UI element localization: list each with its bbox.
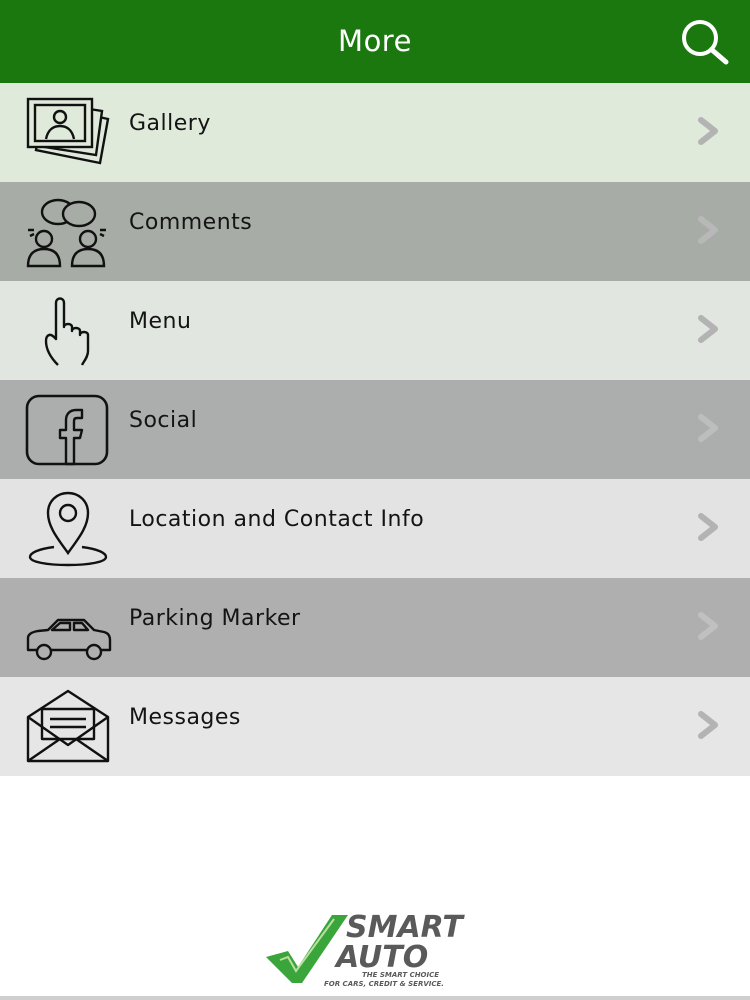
menu-item-parking[interactable]: Parking Marker: [0, 578, 750, 677]
chevron-right-icon: [698, 612, 718, 640]
logo-text-auto: AUTO: [334, 940, 428, 975]
logo-tagline-2: FOR CARS, CREDIT & SERVICE.: [324, 980, 444, 988]
menu-item-menu[interactable]: Menu: [0, 281, 750, 380]
menu-item-label: Comments: [129, 210, 253, 235]
comments-icon: [26, 198, 106, 268]
menu-item-social[interactable]: Social: [0, 380, 750, 479]
search-icon[interactable]: [676, 16, 732, 66]
menu-item-label: Location and Contact Info: [129, 507, 425, 532]
gallery-icon: [26, 97, 110, 165]
chevron-right-icon: [698, 315, 718, 343]
menu-item-messages[interactable]: Messages: [0, 677, 750, 776]
bottom-divider: [0, 996, 750, 1000]
menu-list: Gallery Comments Menu Social Location an…: [0, 83, 750, 776]
facebook-icon: [25, 394, 109, 466]
chevron-right-icon: [698, 117, 718, 145]
envelope-icon: [26, 689, 110, 763]
page-title: More: [338, 24, 412, 58]
chevron-right-icon: [698, 513, 718, 541]
menu-item-label: Messages: [129, 705, 241, 730]
chevron-right-icon: [698, 216, 718, 244]
chevron-right-icon: [698, 414, 718, 442]
menu-item-label: Menu: [129, 309, 192, 334]
menu-item-label: Parking Marker: [129, 606, 301, 631]
menu-item-label: Gallery: [129, 111, 211, 136]
smart-auto-logo: SMART AUTO THE SMART CHOICE FOR CARS, CR…: [266, 910, 465, 988]
menu-item-gallery[interactable]: Gallery: [0, 83, 750, 182]
chevron-right-icon: [698, 711, 718, 739]
header-bar: More: [0, 0, 750, 83]
menu-item-location[interactable]: Location and Contact Info: [0, 479, 750, 578]
pointing-hand-icon: [44, 297, 90, 366]
menu-item-comments[interactable]: Comments: [0, 182, 750, 281]
car-icon: [26, 618, 112, 661]
location-pin-icon: [28, 491, 108, 567]
menu-item-label: Social: [129, 408, 198, 433]
logo-tagline-1: THE SMART CHOICE: [362, 971, 439, 979]
